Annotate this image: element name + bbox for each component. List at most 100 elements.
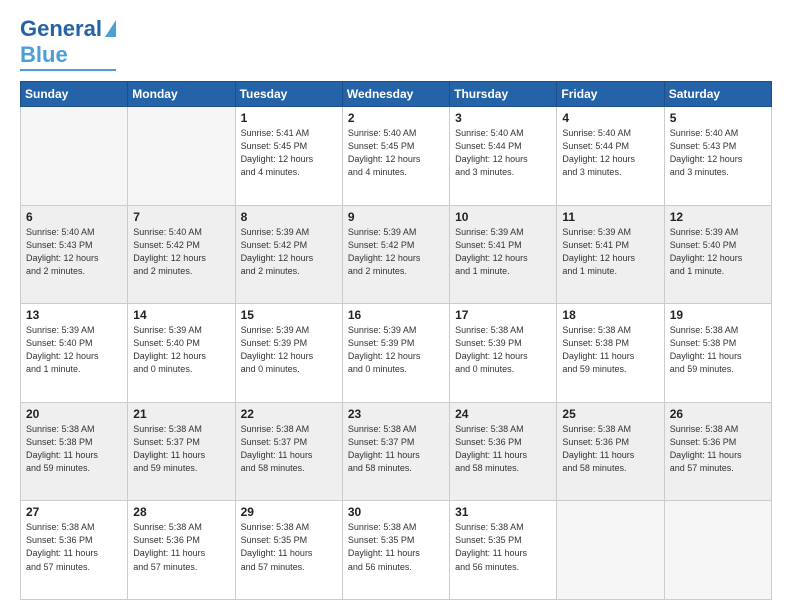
day-info: Sunrise: 5:38 AM Sunset: 5:35 PM Dayligh… xyxy=(455,521,551,573)
day-number: 21 xyxy=(133,407,229,421)
day-info: Sunrise: 5:39 AM Sunset: 5:42 PM Dayligh… xyxy=(348,226,444,278)
day-info: Sunrise: 5:39 AM Sunset: 5:40 PM Dayligh… xyxy=(133,324,229,376)
day-info: Sunrise: 5:41 AM Sunset: 5:45 PM Dayligh… xyxy=(241,127,337,179)
calendar-cell: 30 Sunrise: 5:38 AM Sunset: 5:35 PM Dayli… xyxy=(342,501,449,600)
day-info: Sunrise: 5:39 AM Sunset: 5:40 PM Dayligh… xyxy=(26,324,122,376)
day-info: Sunrise: 5:38 AM Sunset: 5:35 PM Dayligh… xyxy=(348,521,444,573)
day-number: 30 xyxy=(348,505,444,519)
day-number: 27 xyxy=(26,505,122,519)
calendar-cell xyxy=(128,107,235,206)
calendar-table: SundayMondayTuesdayWednesdayThursdayFrid… xyxy=(20,81,772,600)
day-number: 16 xyxy=(348,308,444,322)
day-info: Sunrise: 5:38 AM Sunset: 5:39 PM Dayligh… xyxy=(455,324,551,376)
calendar-cell: 18Sunrise: 5:38 AM Sunset: 5:38 PM Dayli… xyxy=(557,304,664,403)
day-info: Sunrise: 5:38 AM Sunset: 5:36 PM Dayligh… xyxy=(26,521,122,573)
day-number: 12 xyxy=(670,210,766,224)
day-number: 18 xyxy=(562,308,658,322)
day-number: 10 xyxy=(455,210,551,224)
logo-blue: Blue xyxy=(20,42,68,68)
calendar-week-row: 1 Sunrise: 5:41 AM Sunset: 5:45 PM Daylig… xyxy=(21,107,772,206)
weekday-header-row: SundayMondayTuesdayWednesdayThursdayFrid… xyxy=(21,82,772,107)
header: General Blue xyxy=(20,16,772,71)
calendar-cell: 12 Sunrise: 5:39 AM Sunset: 5:40 PM Dayli… xyxy=(664,205,771,304)
calendar-cell: 1 Sunrise: 5:41 AM Sunset: 5:45 PM Daylig… xyxy=(235,107,342,206)
calendar-cell: 21 Sunrise: 5:38 AM Sunset: 5:37 PM Dayli… xyxy=(128,402,235,501)
logo-triangle-icon xyxy=(105,20,116,37)
day-number: 25 xyxy=(562,407,658,421)
day-info: Sunrise: 5:40 AM Sunset: 5:43 PM Dayligh… xyxy=(26,226,122,278)
weekday-header-wednesday: Wednesday xyxy=(342,82,449,107)
day-number: 13 xyxy=(26,308,122,322)
weekday-header-tuesday: Tuesday xyxy=(235,82,342,107)
calendar-cell: 24 Sunrise: 5:38 AM Sunset: 5:36 PM Dayli… xyxy=(450,402,557,501)
day-info: Sunrise: 5:38 AM Sunset: 5:37 PM Dayligh… xyxy=(241,423,337,475)
day-info: Sunrise: 5:40 AM Sunset: 5:44 PM Dayligh… xyxy=(455,127,551,179)
logo-general: General xyxy=(20,16,102,42)
calendar-cell: 8Sunrise: 5:39 AM Sunset: 5:42 PM Daylig… xyxy=(235,205,342,304)
day-number: 31 xyxy=(455,505,551,519)
calendar-week-row: 20Sunrise: 5:38 AM Sunset: 5:38 PM Dayli… xyxy=(21,402,772,501)
day-number: 14 xyxy=(133,308,229,322)
day-number: 5 xyxy=(670,111,766,125)
day-info: Sunrise: 5:39 AM Sunset: 5:40 PM Dayligh… xyxy=(670,226,766,278)
calendar-cell: 11Sunrise: 5:39 AM Sunset: 5:41 PM Dayli… xyxy=(557,205,664,304)
calendar-cell: 7Sunrise: 5:40 AM Sunset: 5:42 PM Daylig… xyxy=(128,205,235,304)
calendar-cell: 27 Sunrise: 5:38 AM Sunset: 5:36 PM Dayli… xyxy=(21,501,128,600)
day-info: Sunrise: 5:38 AM Sunset: 5:35 PM Dayligh… xyxy=(241,521,337,573)
weekday-header-friday: Friday xyxy=(557,82,664,107)
calendar-cell: 3 Sunrise: 5:40 AM Sunset: 5:44 PM Daylig… xyxy=(450,107,557,206)
page: General Blue SundayMondayTuesdayWednesda… xyxy=(0,0,792,612)
day-number: 15 xyxy=(241,308,337,322)
day-info: Sunrise: 5:39 AM Sunset: 5:42 PM Dayligh… xyxy=(241,226,337,278)
day-number: 23 xyxy=(348,407,444,421)
day-info: Sunrise: 5:38 AM Sunset: 5:38 PM Dayligh… xyxy=(26,423,122,475)
calendar-cell: 10 Sunrise: 5:39 AM Sunset: 5:41 PM Dayli… xyxy=(450,205,557,304)
day-number: 28 xyxy=(133,505,229,519)
day-info: Sunrise: 5:38 AM Sunset: 5:36 PM Dayligh… xyxy=(455,423,551,475)
day-info: Sunrise: 5:39 AM Sunset: 5:39 PM Dayligh… xyxy=(241,324,337,376)
day-number: 29 xyxy=(241,505,337,519)
day-info: Sunrise: 5:40 AM Sunset: 5:44 PM Dayligh… xyxy=(562,127,658,179)
calendar-cell xyxy=(664,501,771,600)
day-number: 11 xyxy=(562,210,658,224)
calendar-week-row: 13 Sunrise: 5:39 AM Sunset: 5:40 PM Dayli… xyxy=(21,304,772,403)
day-number: 1 xyxy=(241,111,337,125)
logo-underline xyxy=(20,69,116,71)
calendar-cell xyxy=(557,501,664,600)
weekday-header-sunday: Sunday xyxy=(21,82,128,107)
day-info: Sunrise: 5:39 AM Sunset: 5:39 PM Dayligh… xyxy=(348,324,444,376)
calendar-cell: 25Sunrise: 5:38 AM Sunset: 5:36 PM Dayli… xyxy=(557,402,664,501)
calendar-cell: 23 Sunrise: 5:38 AM Sunset: 5:37 PM Dayli… xyxy=(342,402,449,501)
calendar-cell: 13 Sunrise: 5:39 AM Sunset: 5:40 PM Dayli… xyxy=(21,304,128,403)
logo: General Blue xyxy=(20,16,116,71)
calendar-cell: 2 Sunrise: 5:40 AM Sunset: 5:45 PM Daylig… xyxy=(342,107,449,206)
weekday-header-thursday: Thursday xyxy=(450,82,557,107)
calendar-cell: 5 Sunrise: 5:40 AM Sunset: 5:43 PM Daylig… xyxy=(664,107,771,206)
day-number: 17 xyxy=(455,308,551,322)
day-info: Sunrise: 5:40 AM Sunset: 5:43 PM Dayligh… xyxy=(670,127,766,179)
calendar-cell xyxy=(21,107,128,206)
calendar-cell: 14 Sunrise: 5:39 AM Sunset: 5:40 PM Dayli… xyxy=(128,304,235,403)
day-info: Sunrise: 5:38 AM Sunset: 5:36 PM Dayligh… xyxy=(133,521,229,573)
weekday-header-saturday: Saturday xyxy=(664,82,771,107)
calendar-cell: 20Sunrise: 5:38 AM Sunset: 5:38 PM Dayli… xyxy=(21,402,128,501)
day-info: Sunrise: 5:39 AM Sunset: 5:41 PM Dayligh… xyxy=(455,226,551,278)
day-info: Sunrise: 5:38 AM Sunset: 5:38 PM Dayligh… xyxy=(670,324,766,376)
calendar-cell: 22Sunrise: 5:38 AM Sunset: 5:37 PM Dayli… xyxy=(235,402,342,501)
calendar-cell: 29 Sunrise: 5:38 AM Sunset: 5:35 PM Dayli… xyxy=(235,501,342,600)
day-number: 7 xyxy=(133,210,229,224)
day-number: 24 xyxy=(455,407,551,421)
day-number: 4 xyxy=(562,111,658,125)
day-number: 26 xyxy=(670,407,766,421)
day-number: 2 xyxy=(348,111,444,125)
calendar-cell: 31 Sunrise: 5:38 AM Sunset: 5:35 PM Dayli… xyxy=(450,501,557,600)
day-number: 19 xyxy=(670,308,766,322)
calendar-cell: 26Sunrise: 5:38 AM Sunset: 5:36 PM Dayli… xyxy=(664,402,771,501)
calendar-week-row: 27 Sunrise: 5:38 AM Sunset: 5:36 PM Dayli… xyxy=(21,501,772,600)
day-number: 6 xyxy=(26,210,122,224)
day-info: Sunrise: 5:40 AM Sunset: 5:45 PM Dayligh… xyxy=(348,127,444,179)
day-info: Sunrise: 5:38 AM Sunset: 5:37 PM Dayligh… xyxy=(348,423,444,475)
day-number: 3 xyxy=(455,111,551,125)
day-info: Sunrise: 5:38 AM Sunset: 5:37 PM Dayligh… xyxy=(133,423,229,475)
calendar-cell: 9Sunrise: 5:39 AM Sunset: 5:42 PM Daylig… xyxy=(342,205,449,304)
